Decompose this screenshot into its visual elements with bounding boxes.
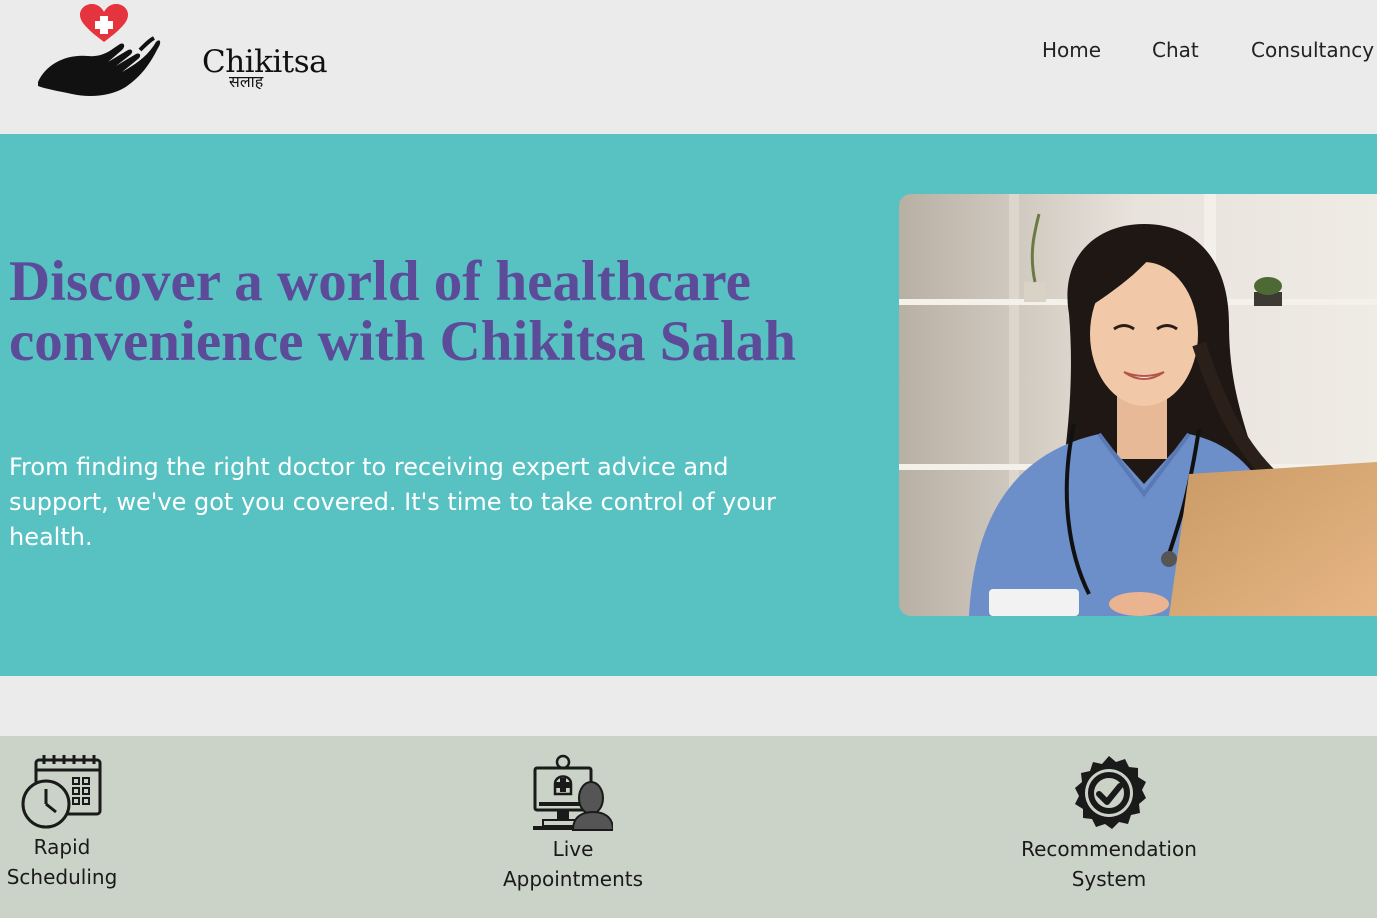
feature-label-line1: Live — [552, 837, 594, 861]
feature-label-line2: Scheduling — [6, 865, 118, 889]
site-logo[interactable]: Chikitsa सलाह — [36, 4, 328, 100]
logo-subtitle: सलाह — [229, 72, 264, 91]
hero-title: Discover a world of healthcare convenien… — [9, 250, 797, 373]
hero-section: Discover a world of healthcare convenien… — [0, 134, 1377, 676]
feature-label-line1: Recommendation — [1021, 837, 1197, 861]
nav-chat[interactable]: Chat — [1152, 38, 1199, 62]
hero-description: From finding the right doctor to receivi… — [9, 453, 777, 551]
feature-live-appointments[interactable]: Live Appointments — [493, 754, 653, 894]
feature-recommendation-system[interactable]: Recommendation System — [1009, 754, 1209, 894]
doctor-photo-illustration — [899, 194, 1377, 616]
nav-consultancy[interactable]: Consultancy — [1251, 38, 1374, 62]
feature-label-line1: Rapid — [33, 835, 91, 859]
features-section: Rapid Scheduling Live Appointments Recom… — [0, 736, 1377, 918]
badge-check-icon — [1075, 756, 1146, 829]
calendar-clock-icon — [21, 755, 102, 829]
hero-doctor-image — [899, 194, 1377, 616]
feature-label-line2: System — [1071, 867, 1147, 891]
site-header: Chikitsa सलाह Home Chat Consultancy — [0, 0, 1377, 134]
heart-cross-hand-logo-icon — [38, 4, 161, 96]
feature-label-line2: Appointments — [502, 867, 644, 891]
telemedicine-monitor-icon — [533, 754, 613, 831]
nav-home[interactable]: Home — [1042, 38, 1101, 62]
feature-rapid-scheduling[interactable]: Rapid Scheduling — [2, 754, 122, 892]
logo-name: Chikitsa — [202, 44, 328, 80]
section-spacer — [0, 676, 1377, 736]
